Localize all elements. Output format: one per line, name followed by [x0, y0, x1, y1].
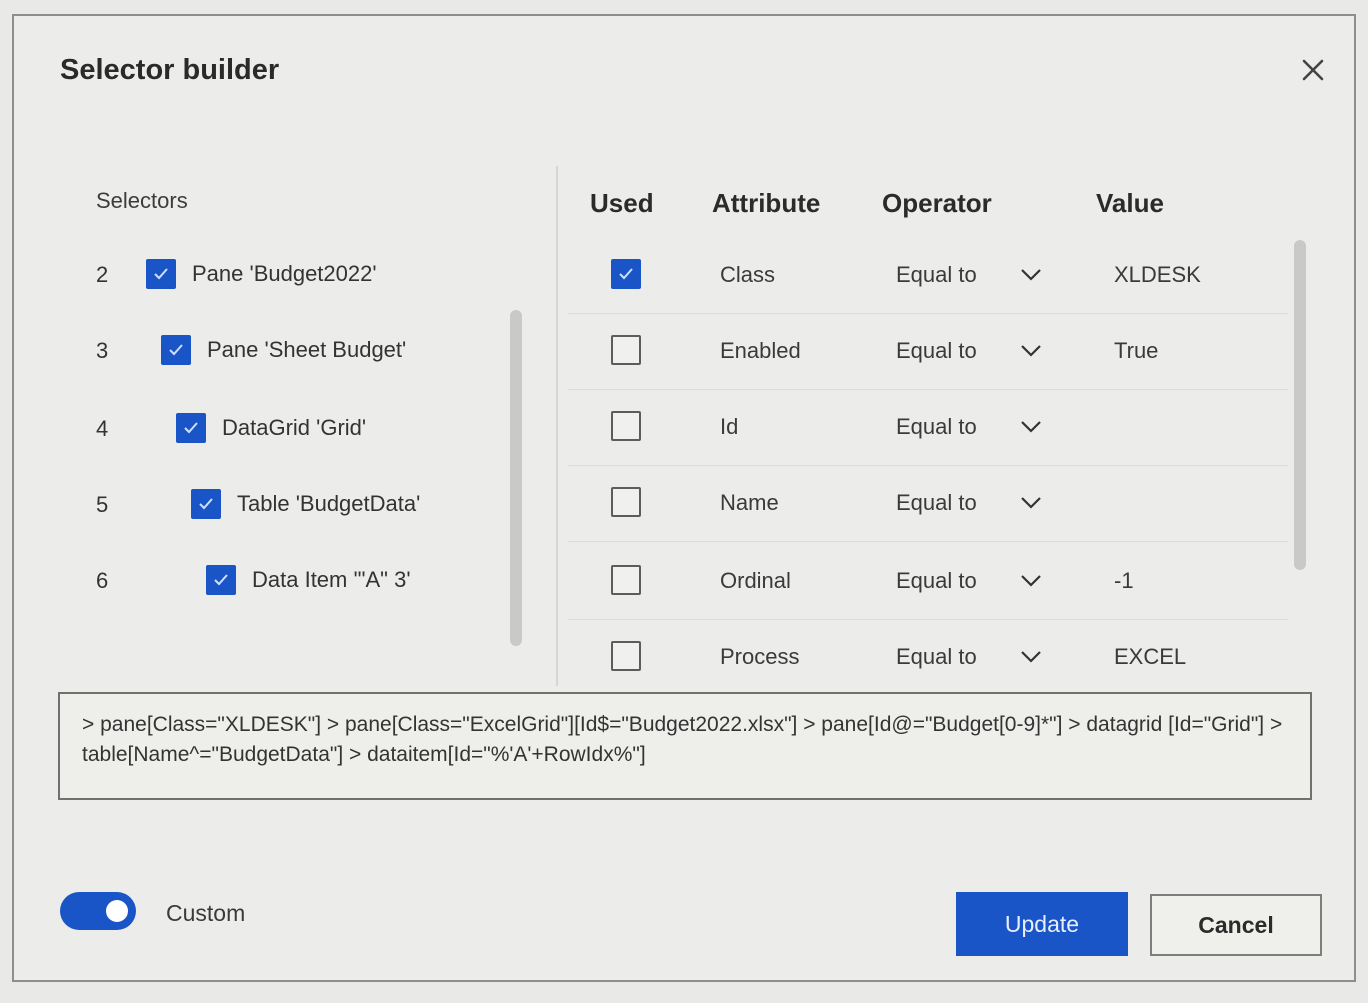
used-checkbox[interactable] — [611, 259, 641, 289]
selector-builder-dialog: Selector builder Selectors 2 Pane 'Budge… — [12, 14, 1356, 982]
checkmark-icon — [199, 498, 213, 510]
panel-divider — [556, 166, 558, 686]
used-checkbox[interactable] — [611, 487, 641, 517]
used-checkbox[interactable] — [611, 411, 641, 441]
attribute-value[interactable]: True — [1114, 338, 1158, 364]
attribute-row-name: Name Equal to — [568, 466, 1288, 542]
attribute-row-ordinal: Ordinal Equal to -1 — [568, 544, 1288, 620]
attribute-name: Enabled — [720, 338, 801, 363]
custom-toggle-label: Custom — [166, 900, 246, 926]
chevron-down-icon[interactable] — [1018, 414, 1044, 440]
chevron-down-icon[interactable] — [1018, 338, 1044, 364]
checkmark-icon — [169, 344, 183, 356]
attribute-value[interactable]: -1 — [1114, 568, 1134, 594]
chevron-down-icon[interactable] — [1018, 262, 1044, 288]
selector-number: 6 — [96, 568, 109, 593]
selector-label: Pane 'Budget2022' — [192, 261, 377, 286]
selector-checkbox[interactable] — [146, 259, 176, 289]
close-icon[interactable] — [1297, 54, 1329, 86]
used-checkbox[interactable] — [611, 565, 641, 595]
attribute-row-process: Process Equal to EXCEL — [568, 620, 1288, 690]
checkmark-icon — [184, 422, 198, 434]
header-operator: Operator — [882, 188, 992, 218]
operator-select[interactable]: Equal to — [896, 414, 977, 440]
header-value: Value — [1096, 188, 1164, 218]
chevron-down-icon[interactable] — [1018, 568, 1044, 594]
cancel-button[interactable]: Cancel — [1150, 894, 1322, 956]
selectors-label: Selectors — [96, 188, 188, 213]
used-checkbox[interactable] — [611, 641, 641, 671]
attribute-row-enabled: Enabled Equal to True — [568, 314, 1288, 390]
selector-text-field[interactable]: > pane[Class="XLDESK"] > pane[Class="Exc… — [58, 692, 1312, 800]
checkmark-icon — [214, 574, 228, 586]
selector-label: DataGrid 'Grid' — [222, 415, 367, 440]
attribute-value[interactable]: XLDESK — [1114, 262, 1201, 288]
custom-toggle[interactable] — [60, 892, 136, 930]
attribute-name: Ordinal — [720, 568, 791, 593]
dialog-title: Selector builder — [60, 54, 280, 86]
row-divider — [568, 541, 1288, 542]
selectors-scrollbar[interactable] — [510, 310, 522, 646]
selector-number: 2 — [96, 262, 109, 287]
operator-select[interactable]: Equal to — [896, 338, 977, 364]
operator-select[interactable]: Equal to — [896, 644, 977, 670]
attributes-scrollbar[interactable] — [1294, 240, 1306, 570]
used-checkbox[interactable] — [611, 335, 641, 365]
header-used: Used — [590, 188, 654, 218]
selector-label: Table 'BudgetData' — [237, 491, 421, 516]
attribute-name: Class — [720, 262, 776, 287]
checkmark-icon — [154, 268, 168, 280]
selector-label: Data Item '"A" 3' — [252, 567, 411, 592]
chevron-down-icon[interactable] — [1018, 644, 1044, 670]
update-button[interactable]: Update — [956, 892, 1128, 956]
attribute-value[interactable]: EXCEL — [1114, 644, 1186, 670]
attribute-name: Process — [720, 644, 800, 669]
selector-checkbox[interactable] — [191, 489, 221, 519]
operator-select[interactable]: Equal to — [896, 262, 977, 288]
selector-checkbox[interactable] — [206, 565, 236, 595]
attribute-name: Name — [720, 490, 779, 515]
chevron-down-icon[interactable] — [1018, 490, 1044, 516]
attribute-row-class: Class Equal to XLDESK — [568, 238, 1288, 314]
selector-number: 3 — [96, 338, 109, 363]
attribute-row-id: Id Equal to — [568, 390, 1288, 466]
selector-number: 4 — [96, 416, 109, 441]
selector-label: Pane 'Sheet Budget' — [207, 337, 407, 362]
operator-select[interactable]: Equal to — [896, 568, 977, 594]
selector-checkbox[interactable] — [161, 335, 191, 365]
attribute-name: Id — [720, 414, 739, 439]
selector-checkbox[interactable] — [176, 413, 206, 443]
checkmark-icon — [619, 268, 633, 280]
operator-select[interactable]: Equal to — [896, 490, 977, 516]
header-attribute: Attribute — [712, 188, 821, 218]
selector-number: 5 — [96, 492, 109, 517]
toggle-knob — [106, 900, 128, 922]
